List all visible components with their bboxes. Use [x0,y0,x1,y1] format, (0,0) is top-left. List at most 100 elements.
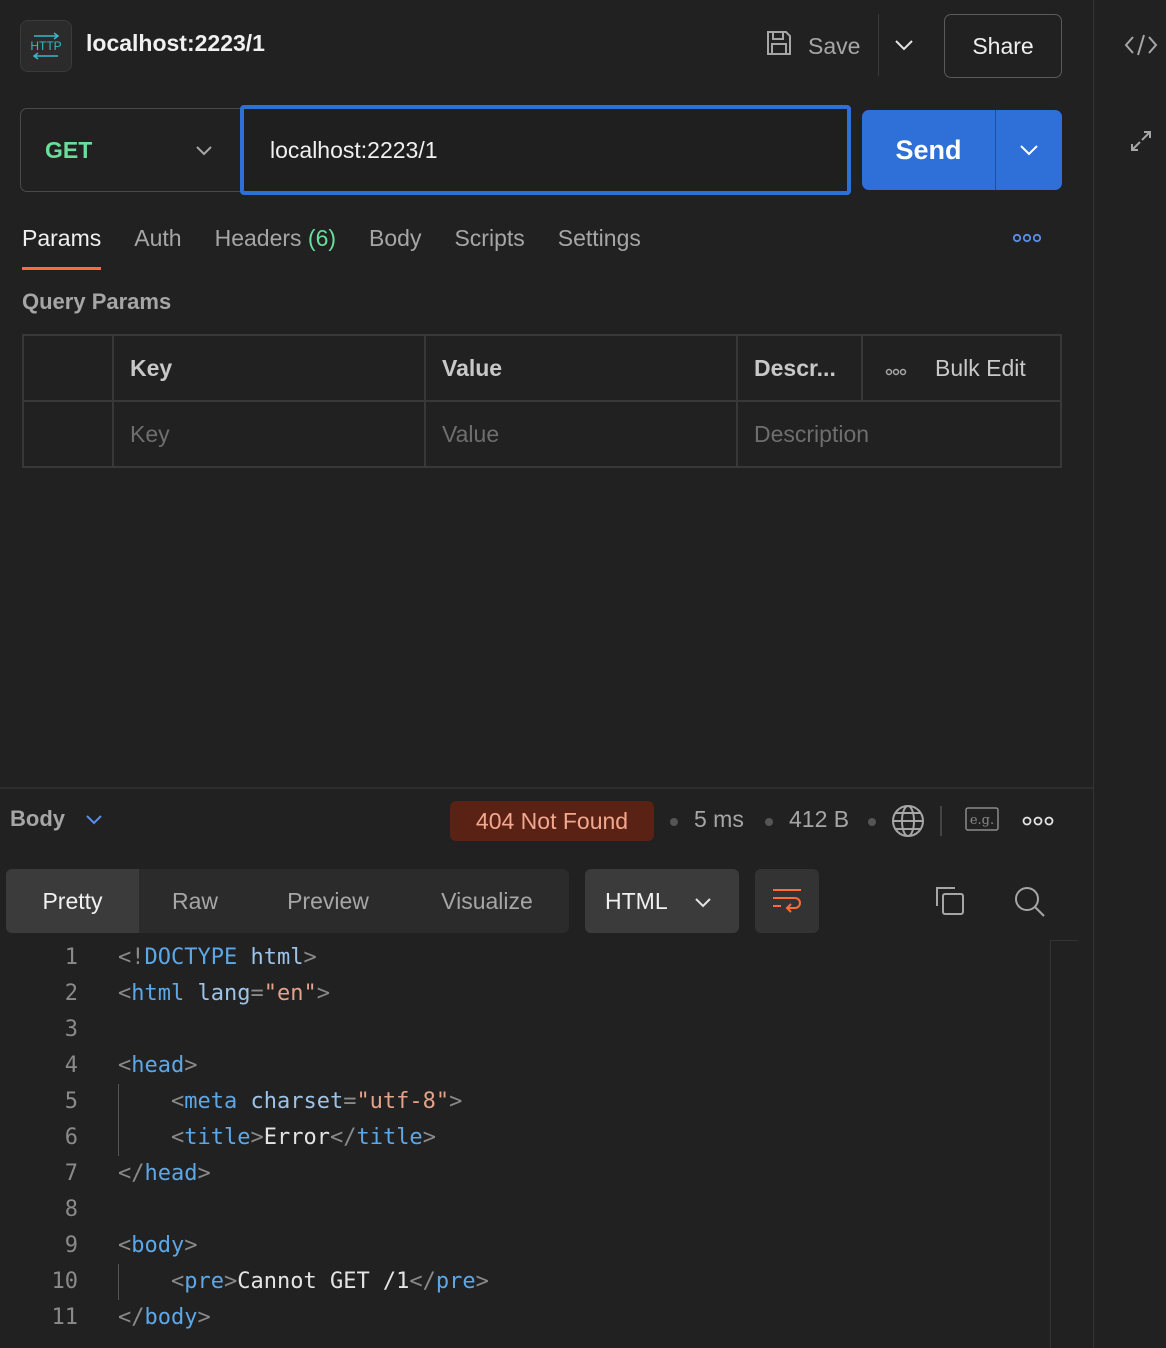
divider [878,14,879,76]
request-tabs: Params Auth Headers (6) Body Scripts Set… [22,222,641,272]
divider [940,806,942,836]
headers-count: (6) [307,225,337,251]
copy-icon[interactable] [933,884,967,923]
tab-pretty[interactable]: Pretty [6,869,139,933]
pane-divider[interactable] [0,787,1093,789]
right-sidebar [1093,0,1166,1348]
code-line: 6 <title>Error</title> [0,1120,1050,1156]
value-column-header: Value [426,336,738,402]
method-select[interactable]: GET [20,108,242,192]
tab-body[interactable]: Body [369,222,421,270]
response-view-tabs: Pretty Raw Preview Visualize [6,869,569,933]
response-body-label: Body [10,806,65,831]
line-number: 8 [64,1197,78,1222]
save-label: Save [808,32,861,59]
code-text: <pre>Cannot GET /1</pre> [118,1269,489,1294]
tab-settings[interactable]: Settings [558,222,641,270]
code-text: <meta charset="utf-8"> [118,1089,463,1114]
line-number: 4 [64,1053,78,1078]
url-input[interactable]: localhost:2223/1 [240,105,851,195]
http-request-icon: HTTP [20,20,72,72]
method-label: GET [45,136,93,163]
scrollbar-track-edge [1050,940,1078,941]
checkbox-column-header [24,336,114,402]
vertical-scrollbar[interactable] [1050,940,1051,1348]
key-column-header: Key [114,336,426,402]
line-number: 2 [64,981,78,1006]
separator-dot [670,818,678,826]
code-line: 5 <meta charset="utf-8"> [0,1084,1050,1120]
description-column-header: Descr... [738,336,863,402]
line-number: 6 [64,1125,78,1150]
row-checkbox-cell [24,402,114,466]
save-options-chevron-icon[interactable] [890,30,918,60]
code-text: <title>Error</title> [118,1125,436,1150]
send-button[interactable]: Send [862,110,996,190]
save-button[interactable]: Save [764,28,860,64]
send-button-group: Send [862,110,1062,190]
tab-scripts[interactable]: Scripts [454,222,524,270]
globe-icon[interactable] [890,803,926,844]
code-line: 9 <body> [0,1228,1050,1264]
line-number: 7 [64,1161,78,1186]
value-input[interactable]: Value [426,402,738,466]
line-number: 3 [64,1017,78,1042]
code-text: <html lang="en"> [118,981,330,1006]
tab-preview[interactable]: Preview [251,869,405,933]
line-number: 1 [64,945,78,970]
code-line: 7 </head> [0,1156,1050,1192]
line-number: 10 [51,1269,79,1294]
chevron-down-icon [694,888,712,915]
tab-visualize[interactable]: Visualize [405,869,569,933]
response-code-viewer[interactable]: 1 <!DOCTYPE html> 2 <html lang="en"> 3 4 <head… [0,940,1050,1336]
code-text: </head> [118,1161,211,1186]
line-number: 9 [64,1233,78,1258]
code-text: <!DOCTYPE html> [118,945,317,970]
code-text: <body> [118,1233,198,1258]
svg-text:e.g.: e.g. [970,813,994,828]
table-more-icon[interactable] [885,355,907,382]
response-size[interactable]: 412 B [789,806,849,833]
code-text: <head> [118,1053,198,1078]
description-input[interactable]: Description [738,402,1060,466]
chevron-down-icon [194,137,214,170]
example-icon[interactable]: e.g. [964,806,1000,839]
response-body-dropdown[interactable]: Body [10,806,103,832]
query-params-title: Query Params [22,289,172,314]
tab-params[interactable]: Params [22,222,102,270]
tab-raw[interactable]: Raw [139,869,251,933]
request-title[interactable]: localhost:2223/1 [86,30,265,57]
tab-headers[interactable]: Headers (6) [215,222,336,270]
chevron-down-icon [85,806,103,832]
tab-auth[interactable]: Auth [134,222,181,270]
status-badge[interactable]: 404 Not Found [450,801,654,841]
code-line: 3 [0,1012,1050,1048]
response-time[interactable]: 5 ms [694,806,744,833]
more-options-icon[interactable] [1010,226,1044,250]
query-params-table: Key Value Descr... Bulk Edit Key Value D… [22,334,1062,468]
code-text: </body> [118,1305,211,1330]
search-icon[interactable] [1012,884,1046,923]
code-line: 2 <html lang="en"> [0,976,1050,1012]
format-label: HTML [605,887,668,914]
bulk-edit-button[interactable]: Bulk Edit [935,355,1026,382]
response-more-icon[interactable] [1022,814,1054,832]
code-line: 4 <head> [0,1048,1050,1084]
share-button[interactable]: Share [944,14,1062,78]
code-line: 1 <!DOCTYPE html> [0,940,1050,976]
collapse-icon[interactable] [1124,124,1158,158]
line-number: 11 [51,1305,79,1330]
separator-dot [765,818,773,826]
line-number: 5 [64,1089,78,1114]
code-line: 8 [0,1192,1050,1228]
table-options: Bulk Edit [863,336,1060,402]
send-options-chevron-icon[interactable] [996,110,1062,190]
format-select[interactable]: HTML [585,869,739,933]
code-line: 10 <pre>Cannot GET /1</pre> [0,1264,1050,1300]
separator-dot [868,818,876,826]
wrap-lines-button[interactable] [755,869,819,933]
wrap-lines-icon [771,885,803,918]
key-input[interactable]: Key [114,402,426,466]
code-line: 11 </body> [0,1300,1050,1336]
code-snippet-icon[interactable] [1124,28,1158,62]
